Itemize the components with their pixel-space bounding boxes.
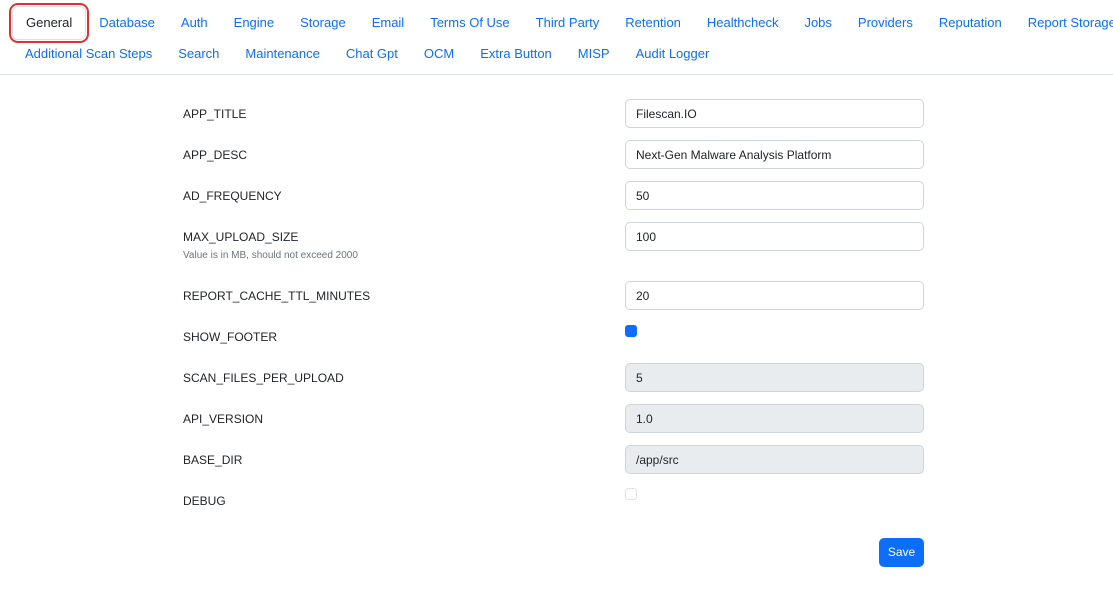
api-version-label: API_VERSION xyxy=(183,412,264,426)
app-desc-label: APP_DESC xyxy=(183,148,248,162)
max-upload-size-hint: Value is in MB, should not exceed 2000 xyxy=(183,250,358,261)
tab-row-2: Additional Scan Steps Search Maintenance… xyxy=(12,37,1102,70)
tab-engine[interactable]: Engine xyxy=(221,9,287,37)
tab-audit-logger[interactable]: Audit Logger xyxy=(623,40,723,68)
tab-healthcheck[interactable]: Healthcheck xyxy=(694,9,792,37)
tab-retention[interactable]: Retention xyxy=(612,9,694,37)
debug-checkbox[interactable] xyxy=(625,488,637,500)
tab-ocm[interactable]: OCM xyxy=(411,40,467,68)
scan-files-per-upload-label: SCAN_FILES_PER_UPLOAD xyxy=(183,371,344,385)
save-button[interactable]: Save xyxy=(879,538,924,567)
show-footer-checkbox[interactable] xyxy=(625,325,637,337)
tab-chat-gpt[interactable]: Chat Gpt xyxy=(333,40,411,68)
api-version-input xyxy=(625,404,924,433)
max-upload-size-input[interactable] xyxy=(625,222,924,251)
tab-providers[interactable]: Providers xyxy=(845,9,926,37)
tab-third-party[interactable]: Third Party xyxy=(523,9,613,37)
show-footer-label: SHOW_FOOTER xyxy=(183,330,278,344)
app-desc-input[interactable] xyxy=(625,140,924,169)
tab-auth[interactable]: Auth xyxy=(168,9,221,37)
settings-page: General Database Auth Engine Storage Ema… xyxy=(0,0,1113,616)
base-dir-label: BASE_DIR xyxy=(183,453,243,467)
tab-reputation[interactable]: Reputation xyxy=(926,9,1015,37)
tab-additional-scan-steps[interactable]: Additional Scan Steps xyxy=(12,40,165,68)
report-cache-ttl-label: REPORT_CACHE_TTL_MINUTES xyxy=(183,289,371,303)
scan-files-per-upload-input xyxy=(625,363,924,392)
settings-tabs: General Database Auth Engine Storage Ema… xyxy=(0,0,1113,75)
tab-row-1: General Database Auth Engine Storage Ema… xyxy=(8,2,1113,43)
tab-terms-of-use[interactable]: Terms Of Use xyxy=(417,9,522,37)
app-title-input[interactable] xyxy=(625,99,924,128)
app-title-label: APP_TITLE xyxy=(183,107,247,121)
base-dir-input xyxy=(625,445,924,474)
tab-search[interactable]: Search xyxy=(165,40,232,68)
tab-storage[interactable]: Storage xyxy=(287,9,359,37)
tab-jobs[interactable]: Jobs xyxy=(791,9,844,37)
ad-frequency-input[interactable] xyxy=(625,181,924,210)
max-upload-size-label: MAX_UPLOAD_SIZE xyxy=(183,230,299,244)
tab-report-storage[interactable]: Report Storage xyxy=(1015,9,1113,37)
debug-label: DEBUG xyxy=(183,494,226,508)
tab-database[interactable]: Database xyxy=(86,9,168,37)
tab-general[interactable]: General xyxy=(8,2,90,43)
tab-misp[interactable]: MISP xyxy=(565,40,623,68)
report-cache-ttl-input[interactable] xyxy=(625,281,924,310)
ad-frequency-label: AD_FREQUENCY xyxy=(183,189,282,203)
tab-maintenance[interactable]: Maintenance xyxy=(232,40,332,68)
tab-extra-button[interactable]: Extra Button xyxy=(467,40,565,68)
tab-email[interactable]: Email xyxy=(359,9,418,37)
